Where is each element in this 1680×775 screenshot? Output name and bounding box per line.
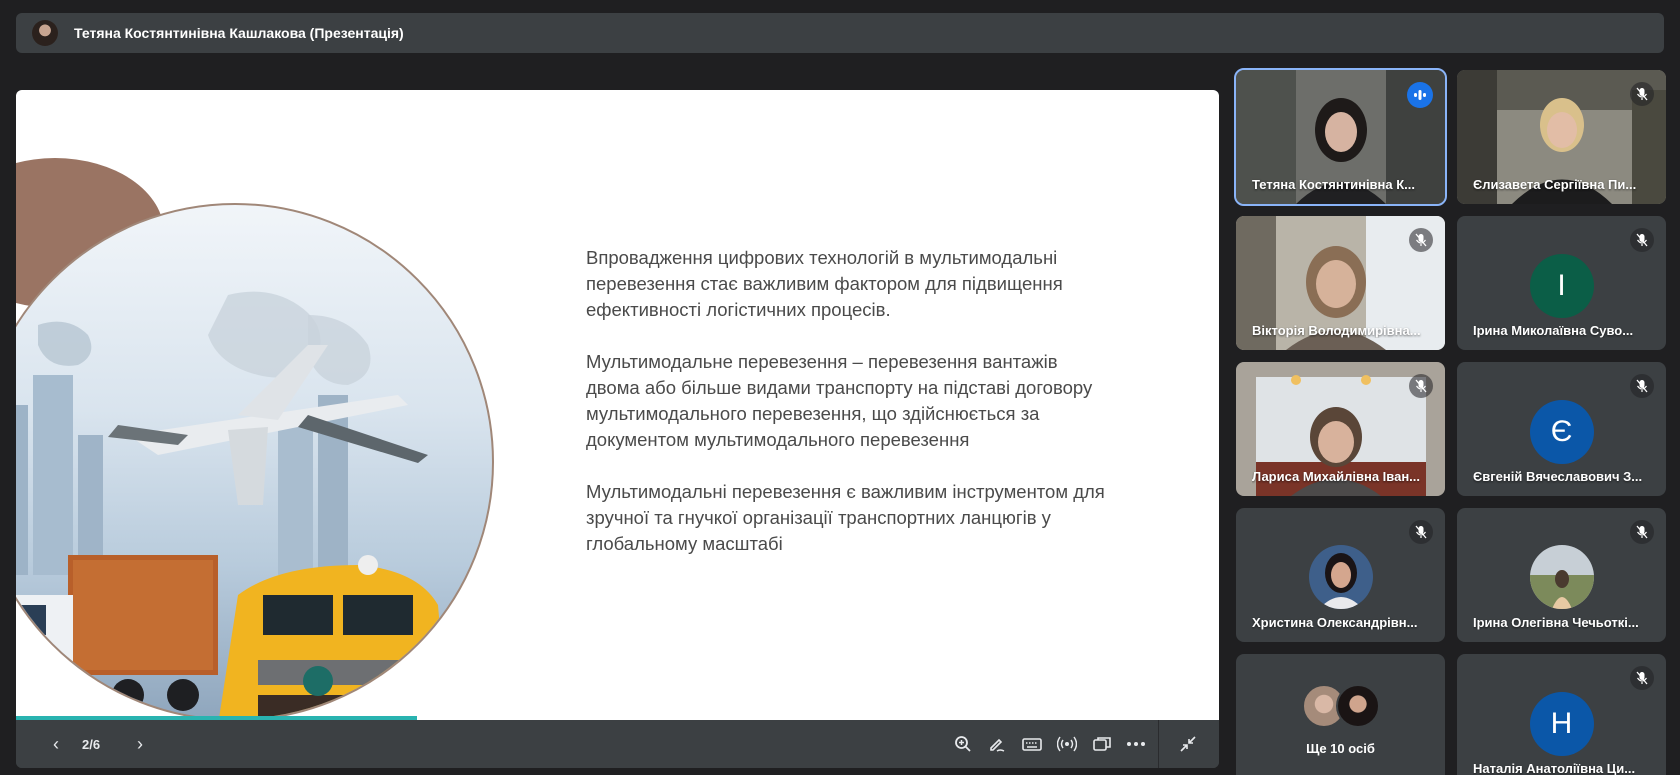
mic-off-icon <box>1630 82 1654 106</box>
mic-off-icon <box>1409 228 1433 252</box>
keyboard-icon[interactable] <box>1018 730 1046 758</box>
participant-name: Тетяна Костянтинівна К... <box>1252 177 1416 192</box>
cursor-indicator <box>303 666 333 696</box>
participant-name: Єлизавета Сергіївна Пи... <box>1473 177 1637 192</box>
presenter-bar: Тетяна Костянтинівна Кашлакова (Презента… <box>16 13 1664 53</box>
slide: Впровадження цифрових технологій в мульт… <box>16 90 1219 720</box>
slide-body-text: Впровадження цифрових технологій в мульт… <box>586 245 1106 583</box>
participant-name: Ірина Миколаївна Суво... <box>1473 323 1634 338</box>
switch-view-icon[interactable] <box>1088 730 1116 758</box>
presentation-controls: ‹ 2/6 › <box>16 720 1219 768</box>
participant-name: Лариса Михайлівна Іван... <box>1252 469 1421 484</box>
annotate-pen-icon[interactable] <box>983 730 1011 758</box>
mic-off-icon <box>1630 520 1654 544</box>
broadcast-icon[interactable] <box>1053 730 1081 758</box>
zoom-in-icon[interactable] <box>949 730 977 758</box>
participant-name: Вікторія Володимирівна... <box>1252 323 1421 338</box>
speaking-indicator-icon <box>1407 82 1433 108</box>
chevron-left-icon[interactable]: ‹ <box>44 732 68 756</box>
letter-avatar: Є <box>1529 400 1594 464</box>
more-options-icon[interactable] <box>1122 730 1150 758</box>
slide-paragraph: Мультимодальні перевезення є важливим ін… <box>586 481 1105 554</box>
slide-paragraph: Впровадження цифрових технологій в мульт… <box>586 247 1063 320</box>
participant-tile[interactable]: Тетяна Костянтинівна К... <box>1234 68 1447 206</box>
participant-name: Євгеній Вячеславович З... <box>1473 469 1643 484</box>
meet-app: Тетяна Костянтинівна Кашлакова (Презента… <box>0 0 1680 775</box>
minimize-icon[interactable] <box>1174 730 1202 758</box>
mic-off-icon <box>1409 374 1433 398</box>
photo-avatar <box>1529 545 1594 609</box>
participant-tile[interactable]: Лариса Михайлівна Іван... <box>1236 362 1445 496</box>
controls-divider <box>1158 720 1159 768</box>
slide-paragraph: Мультимодальне перевезення – перевезення… <box>586 351 1093 450</box>
avatar <box>1336 684 1380 728</box>
presenter-title: Тетяна Костянтинівна Кашлакова (Презента… <box>74 25 404 41</box>
presentation-stage[interactable]: Впровадження цифрових технологій в мульт… <box>16 90 1219 768</box>
participant-name: Ірина Олегівна Чечьоткі... <box>1473 615 1639 630</box>
mic-off-icon <box>1630 228 1654 252</box>
mic-off-icon <box>1409 520 1433 544</box>
more-participants-label: Ще 10 осіб <box>1306 741 1375 756</box>
letter-avatar: І <box>1529 254 1594 318</box>
more-participants-tile[interactable]: Ще 10 осіб <box>1236 654 1445 775</box>
participant-tile[interactable]: Ірина Олегівна Чечьоткі... <box>1457 508 1666 642</box>
participant-tile[interactable]: Н Наталія Анатоліївна Ци... <box>1457 654 1666 775</box>
page-indicator: 2/6 <box>82 736 101 752</box>
participant-tile[interactable]: Єлизавета Сергіївна Пи... <box>1457 70 1666 204</box>
participant-tile[interactable]: І Ірина Миколаївна Суво... <box>1457 216 1666 350</box>
transport-collage-image <box>16 203 494 720</box>
photo-avatar <box>1308 545 1373 609</box>
letter-avatar: Н <box>1529 692 1594 756</box>
mic-off-icon <box>1630 666 1654 690</box>
presenter-avatar <box>32 20 58 46</box>
participant-tile[interactable]: Є Євгеній Вячеславович З... <box>1457 362 1666 496</box>
participant-name: Наталія Анатоліївна Ци... <box>1473 761 1636 775</box>
participant-tile[interactable]: Христина Олександрівн... <box>1236 508 1445 642</box>
participant-tile[interactable]: Вікторія Володимирівна... <box>1236 216 1445 350</box>
mic-off-icon <box>1630 374 1654 398</box>
more-avatars-group <box>1302 684 1382 728</box>
participant-name: Христина Олександрівн... <box>1252 615 1418 630</box>
chevron-right-icon[interactable]: › <box>128 732 152 756</box>
